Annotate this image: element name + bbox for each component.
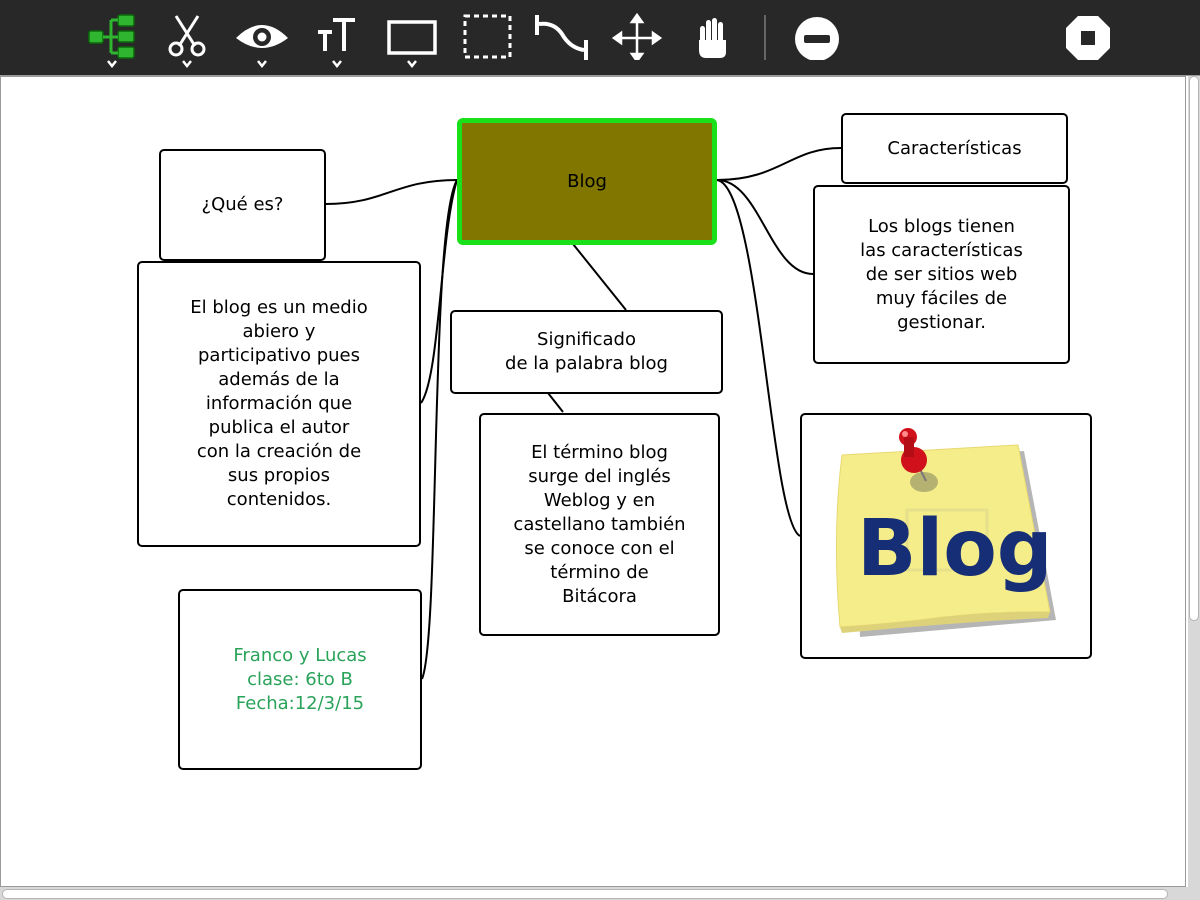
root-node[interactable]: Blog	[457, 118, 717, 245]
horizontal-scrollbar-thumb[interactable]	[2, 889, 1168, 899]
node-label: Los blogs tienen las características de …	[860, 215, 1023, 333]
chevron-down-icon	[182, 60, 192, 68]
tool-shape[interactable]	[382, 0, 442, 75]
scrollbar-corner	[1188, 887, 1200, 900]
link-image	[716, 179, 801, 537]
text-size-icon	[318, 18, 355, 51]
mind-map-canvas[interactable]: Blog ¿Qué es? El blog es un medio abiero…	[0, 75, 1200, 900]
node-label: Significado de la palabra blog	[505, 329, 668, 374]
node-label: ¿Qué es?	[201, 194, 284, 215]
tool-move[interactable]	[607, 0, 667, 75]
vertical-scrollbar-thumb[interactable]	[1189, 76, 1199, 621]
link-credits	[421, 179, 458, 680]
toolbar	[0, 0, 1200, 75]
tool-view[interactable]	[232, 0, 292, 75]
tool-cut[interactable]	[157, 0, 217, 75]
horizontal-scrollbar[interactable]	[0, 887, 1188, 900]
chevron-down-icon	[407, 60, 417, 68]
node-que-es[interactable]: ¿Qué es?	[159, 149, 326, 261]
tool-stop[interactable]	[1058, 0, 1118, 75]
move-arrows-icon	[611, 12, 663, 60]
node-label: El blog es un medio abiero y participati…	[190, 297, 368, 510]
node-significado[interactable]: Significado de la palabra blog	[450, 310, 723, 394]
minus-circle-icon	[795, 17, 839, 60]
node-caracteristicas-description[interactable]: Los blogs tienen las características de …	[813, 185, 1070, 364]
mind-map-tree-icon	[88, 14, 135, 59]
chevron-down-icon	[107, 60, 117, 68]
stop-icon	[1066, 16, 1110, 60]
node-significado-description[interactable]: El término blog surge del inglés Weblog …	[479, 413, 720, 636]
tool-select[interactable]	[457, 0, 517, 75]
chevron-down-icon	[257, 60, 267, 68]
connector-icon	[535, 15, 588, 60]
node-label: Franco y Lucas clase: 6to B Fecha:12/3/1…	[233, 644, 367, 714]
link-significado	[572, 243, 627, 311]
tool-text[interactable]	[307, 0, 367, 75]
link-significado-desc	[547, 392, 564, 413]
tool-remove[interactable]	[787, 0, 847, 75]
link-caracteristicas	[716, 147, 842, 181]
node-image[interactable]: Blog	[800, 413, 1092, 659]
node-que-es-description[interactable]: El blog es un medio abiero y participati…	[137, 261, 421, 547]
chevron-down-icon	[332, 60, 342, 68]
scissors-icon	[168, 15, 206, 57]
selection-icon	[463, 14, 512, 59]
node-credits[interactable]: Franco y Lucas clase: 6to B Fecha:12/3/1…	[178, 589, 422, 770]
pushpin-sticky-note-icon: Blog	[835, 428, 1056, 637]
tool-mind-map[interactable]	[82, 0, 142, 75]
link-que-es	[325, 179, 458, 205]
sticky-note-text: Blog	[857, 504, 1053, 594]
root-node-label: Blog	[567, 170, 607, 192]
rectangle-icon	[387, 20, 437, 55]
tool-pan[interactable]	[682, 0, 742, 75]
node-caracteristicas[interactable]: Características	[841, 113, 1068, 184]
toolbar-separator	[764, 15, 766, 60]
node-label: El término blog surge del inglés Weblog …	[513, 441, 686, 607]
eye-icon	[236, 25, 288, 48]
node-label: Características	[887, 137, 1022, 159]
hand-icon	[699, 18, 726, 58]
vertical-scrollbar[interactable]	[1188, 76, 1200, 887]
tool-link[interactable]	[532, 0, 592, 75]
